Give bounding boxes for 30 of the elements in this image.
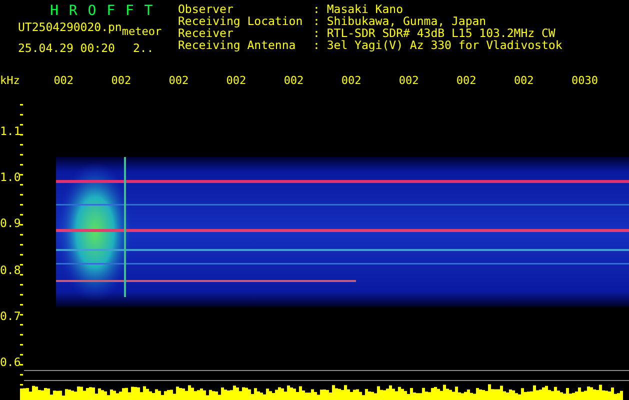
time-label: 002 [284, 74, 305, 86]
time-label: 002 [456, 74, 478, 86]
time-label: 002 [111, 74, 132, 86]
frequency-label: 0.7 [0, 308, 20, 325]
info-value: : Shibukawa, Gunma, Japan [313, 15, 486, 27]
info-label: Receiving Antenna [178, 39, 297, 51]
time-label: 002 [398, 74, 420, 86]
time-label: 002 [341, 74, 362, 86]
info-label: Receiving Location [178, 15, 304, 27]
time-label: 002 [226, 74, 248, 86]
info-label: Receiver [178, 27, 234, 39]
frequency-label: 0.6 [0, 354, 20, 371]
time-label: 002 [168, 74, 190, 86]
file-tag: meteor [122, 23, 162, 40]
file-extra: 2.. [132, 40, 154, 57]
date-time: 25.04.29 00:20 [18, 40, 115, 57]
time-label: 0030 [571, 74, 599, 86]
time-label: 002 [514, 74, 535, 86]
frequency-label: 0.9 [0, 215, 20, 232]
info-label: Observer [178, 3, 234, 15]
frequency-label: 1.1 [0, 123, 20, 140]
time-label: 002 [54, 74, 75, 86]
axis-unit: kHz [0, 74, 21, 86]
info-value: : RTL-SDR SDR# 43dB L15 103.2MHz CW [313, 27, 556, 39]
info-value: : 3el Yagi(V) Az 330 for Vladivostok [313, 39, 562, 51]
logo-text: H R O F F T [49, 3, 155, 19]
frequency-label: 0.8 [0, 262, 20, 279]
frequency-label: 1.0 [0, 169, 20, 186]
file-name: UT2504290020.pn [18, 19, 122, 36]
info-value: : Masaki Kano [313, 3, 404, 15]
